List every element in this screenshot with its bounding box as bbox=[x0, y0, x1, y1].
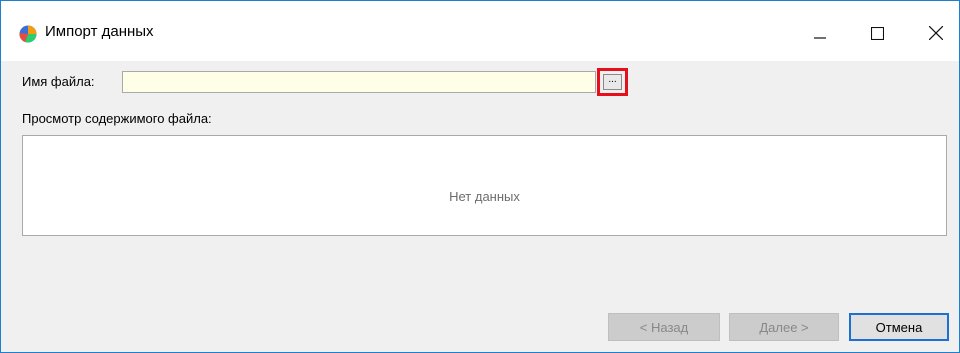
no-data-text: Нет данных bbox=[449, 189, 520, 204]
close-icon bbox=[929, 26, 943, 40]
file-name-label: Имя файла: bbox=[22, 74, 95, 89]
title-bar: Импорт данных bbox=[1, 1, 959, 61]
app-icon bbox=[19, 25, 37, 43]
maximize-icon bbox=[870, 26, 884, 40]
dialog-body: Имя файла: ... Просмотр содержимого файл… bbox=[1, 61, 959, 352]
preview-label: Просмотр содержимого файла: bbox=[22, 111, 212, 126]
import-dialog: Импорт данных Имя файла: ... Просмотр со… bbox=[0, 0, 960, 353]
cancel-button[interactable]: Отмена bbox=[849, 313, 949, 341]
maximize-button[interactable] bbox=[854, 9, 900, 57]
window-title: Импорт данных bbox=[45, 23, 154, 40]
browse-highlight: ... bbox=[597, 68, 628, 96]
file-preview-panel: Нет данных bbox=[22, 135, 947, 236]
close-button[interactable] bbox=[913, 9, 959, 57]
file-name-input[interactable] bbox=[122, 71, 596, 93]
minimize-button[interactable] bbox=[797, 9, 843, 57]
browse-button[interactable]: ... bbox=[603, 74, 622, 90]
back-button[interactable]: < Назад bbox=[608, 313, 720, 341]
minimize-icon bbox=[814, 37, 826, 39]
next-button[interactable]: Далее > bbox=[729, 313, 839, 341]
